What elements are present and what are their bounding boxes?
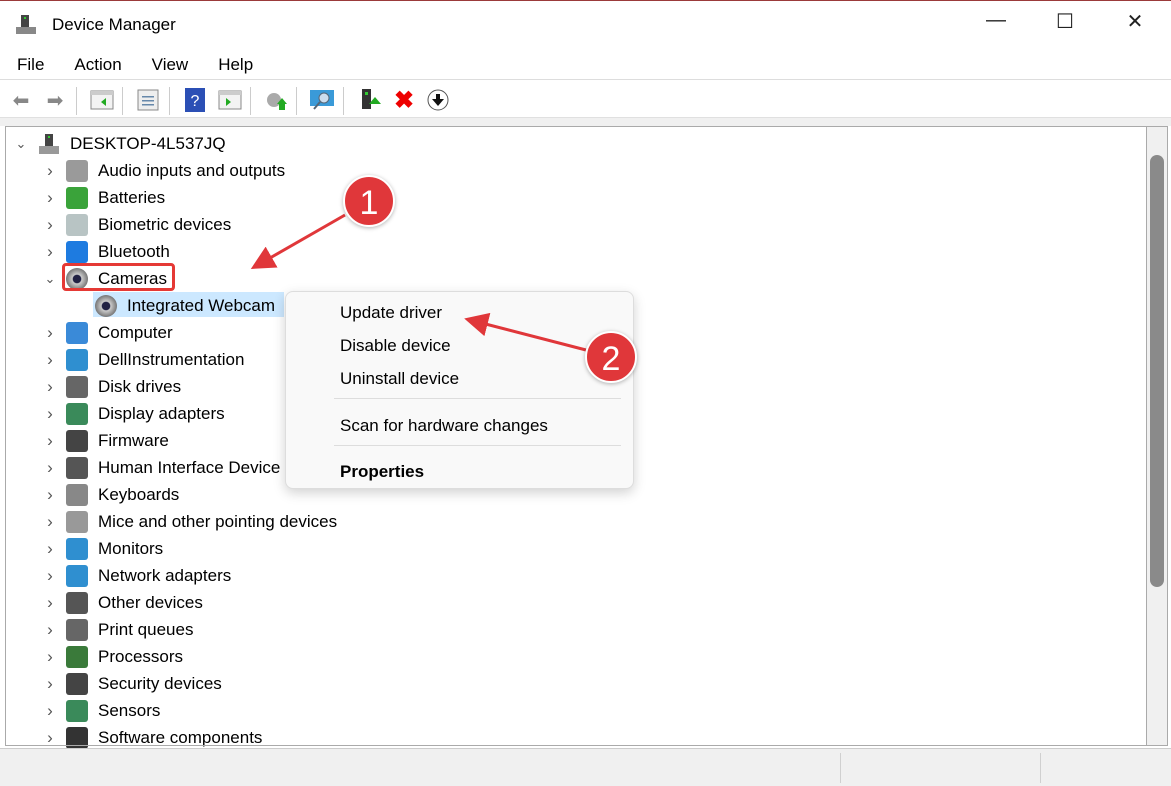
annotation-arrows bbox=[250, 213, 587, 352]
step-1-badge: 1 bbox=[343, 175, 395, 227]
step-2-badge: 2 bbox=[585, 331, 637, 383]
arrow-1 bbox=[250, 213, 346, 269]
arrow-2 bbox=[464, 312, 587, 352]
